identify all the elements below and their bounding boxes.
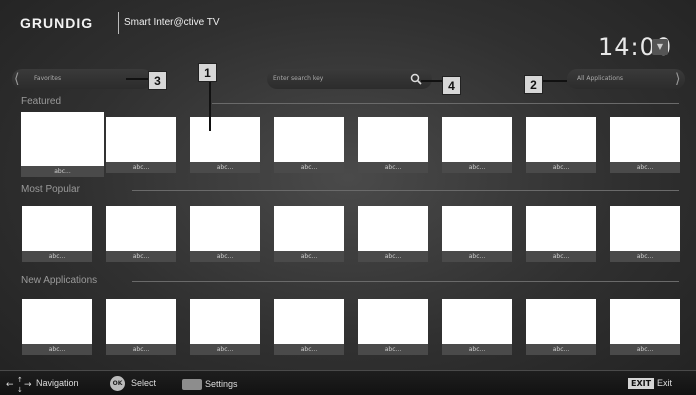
callout-leader bbox=[543, 80, 567, 82]
callout-leader bbox=[209, 82, 211, 131]
app-subtitle: Smart Inter@ctive TV bbox=[124, 17, 220, 28]
tile-caption: abc... bbox=[610, 251, 680, 262]
tile-caption: abc... bbox=[106, 162, 176, 173]
chevron-down-icon[interactable]: ▼ bbox=[652, 39, 668, 55]
svg-text:↑: ↑ bbox=[17, 376, 23, 384]
callout-leader bbox=[126, 78, 148, 80]
section-title-most-popular: Most Popular bbox=[21, 184, 80, 195]
tile-caption: abc... bbox=[190, 251, 260, 262]
footer-bar bbox=[0, 370, 696, 395]
callout-2: 2 bbox=[524, 75, 543, 94]
tile-caption: abc... bbox=[21, 166, 104, 177]
exit-hint[interactable]: Exit bbox=[657, 378, 672, 388]
navigation-hint: Navigation bbox=[36, 378, 79, 388]
svg-text:←: ← bbox=[6, 380, 14, 390]
chevron-left-icon[interactable]: ⟨ bbox=[14, 69, 19, 89]
section-title-new-applications: New Applications bbox=[21, 275, 98, 286]
callout-4: 4 bbox=[442, 76, 461, 95]
section-divider bbox=[212, 103, 679, 104]
tile-caption: abc... bbox=[190, 162, 260, 173]
callout-leader bbox=[421, 80, 443, 82]
tile-caption: abc... bbox=[358, 251, 428, 262]
tile-caption: abc... bbox=[526, 344, 596, 355]
tile-caption: abc... bbox=[274, 162, 344, 173]
callout-3: 3 bbox=[148, 71, 167, 90]
chevron-right-icon[interactable]: ⟩ bbox=[675, 69, 680, 89]
tile-caption: abc... bbox=[358, 344, 428, 355]
tile-caption: abc... bbox=[442, 162, 512, 173]
tile-caption: abc... bbox=[22, 251, 92, 262]
ok-button-icon: OK bbox=[110, 376, 125, 391]
section-divider bbox=[132, 281, 679, 282]
tile-caption: abc... bbox=[22, 344, 92, 355]
section-divider bbox=[132, 190, 679, 191]
tile-caption: abc... bbox=[442, 251, 512, 262]
tile-caption: abc... bbox=[526, 162, 596, 173]
section-title-featured: Featured bbox=[21, 96, 62, 107]
search-icon[interactable] bbox=[410, 73, 422, 85]
brand-divider bbox=[118, 12, 119, 34]
tile-caption: abc... bbox=[274, 344, 344, 355]
svg-text:↓: ↓ bbox=[17, 386, 23, 392]
exit-key-icon: EXIT bbox=[628, 378, 655, 389]
tile-caption: abc... bbox=[610, 344, 680, 355]
svg-text:→: → bbox=[24, 380, 32, 390]
tile-caption: abc... bbox=[526, 251, 596, 262]
tile-caption: abc... bbox=[190, 344, 260, 355]
all-applications-button[interactable]: All Applications bbox=[567, 69, 685, 89]
callout-1: 1 bbox=[198, 63, 217, 82]
tile-caption: abc... bbox=[106, 344, 176, 355]
brand-logo: GRUNDIG bbox=[20, 15, 94, 31]
tile-caption: abc... bbox=[274, 251, 344, 262]
tile-caption: abc... bbox=[610, 162, 680, 173]
select-hint: Select bbox=[131, 378, 157, 388]
settings-hint: Settings bbox=[205, 379, 238, 389]
navigation-arrows-icon: ← ↑ ↓ → bbox=[6, 376, 32, 392]
search-input[interactable]: Enter search key bbox=[267, 69, 432, 89]
tile-caption: abc... bbox=[358, 162, 428, 173]
tile-caption: abc... bbox=[442, 344, 512, 355]
tile-caption: abc... bbox=[106, 251, 176, 262]
settings-key-icon bbox=[182, 379, 202, 390]
